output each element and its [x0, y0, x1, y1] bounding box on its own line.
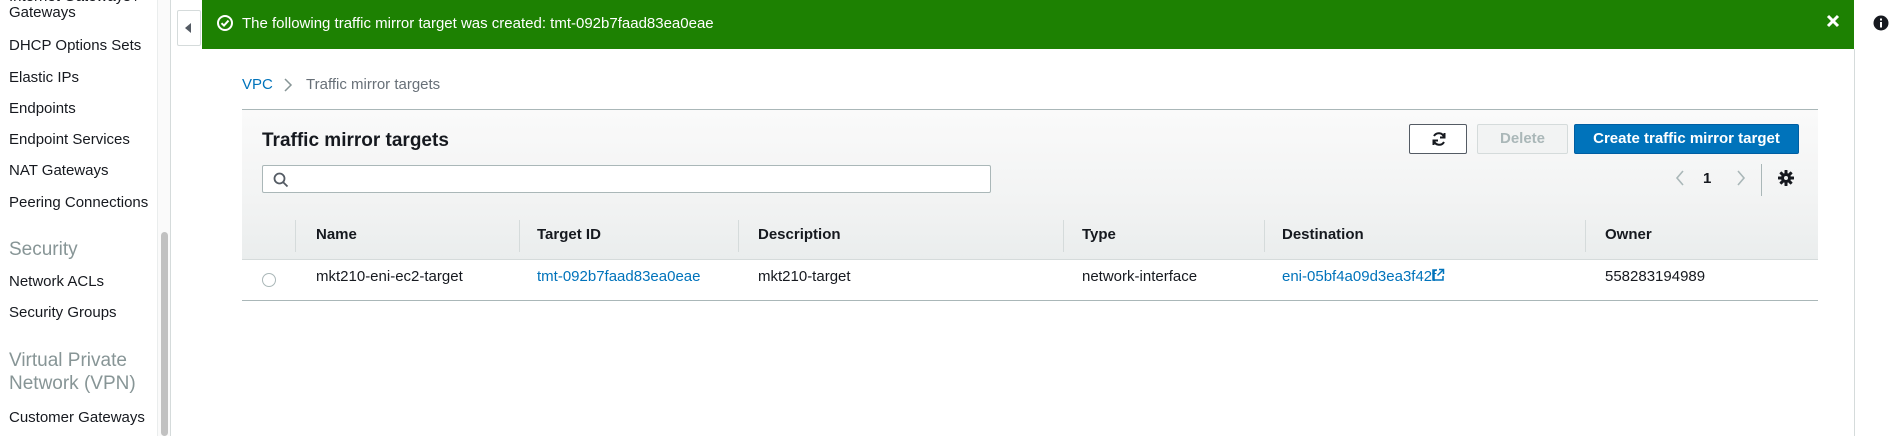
column-header-type[interactable]: Type [1082, 226, 1116, 243]
breadcrumb-vpc-link[interactable]: VPC [242, 76, 273, 93]
check-circle-icon [217, 15, 233, 31]
sidebar-item-elastic-ips[interactable]: Elastic IPs [9, 69, 79, 86]
row-select-radio[interactable] [262, 273, 276, 287]
cell-target-id-link[interactable]: tmt-092b7faad83ea0eae [537, 268, 700, 285]
caret-left-icon [185, 23, 191, 33]
search-field[interactable] [262, 165, 991, 193]
external-link-icon[interactable] [1431, 268, 1445, 282]
sidebar-item-dhcp-options-sets[interactable]: DHCP Options Sets [9, 37, 141, 54]
sidebar-section-security: Security [9, 239, 78, 260]
info-icon[interactable] [1873, 15, 1889, 31]
sidebar-scrollbar-thumb[interactable] [161, 232, 168, 436]
column-separator [1264, 220, 1265, 252]
collapse-sidebar-button[interactable] [177, 10, 201, 46]
sidebar-item-peering-connections[interactable]: Peering Connections [9, 194, 148, 211]
page-title: Traffic mirror targets [262, 130, 449, 151]
gear-icon[interactable] [1778, 170, 1794, 186]
success-flash-banner: The following traffic mirror target was … [202, 0, 1854, 49]
column-header-name[interactable]: Name [316, 226, 357, 243]
column-separator [519, 220, 520, 252]
sidebar-divider [170, 0, 171, 436]
sidebar-section-vpn-line1: Virtual Private [9, 350, 127, 371]
column-header-owner[interactable]: Owner [1605, 226, 1652, 243]
column-header-target-id[interactable]: Target ID [537, 226, 601, 243]
cell-description: mkt210-target [758, 268, 851, 285]
search-icon [273, 172, 289, 188]
sidebar-item-endpoint-services[interactable]: Endpoint Services [9, 131, 130, 148]
cell-type: network-interface [1082, 268, 1198, 285]
close-icon[interactable] [1826, 14, 1840, 28]
sidebar-item-endpoints[interactable]: Endpoints [9, 100, 76, 117]
breadcrumb-current: Traffic mirror targets [306, 76, 441, 93]
page-number[interactable]: 1 [1703, 170, 1711, 187]
sidebar-section-vpn-line2: Network (VPN) [9, 373, 136, 394]
table-bottom-border [242, 300, 1818, 301]
chevron-right-icon [284, 78, 293, 92]
previous-page-icon[interactable] [1675, 170, 1685, 186]
column-header-destination[interactable]: Destination [1282, 226, 1364, 243]
column-separator [1063, 220, 1064, 252]
next-page-icon[interactable] [1736, 170, 1746, 186]
sidebar-item-gateways[interactable]: Gateways [9, 4, 76, 21]
cell-name: mkt210-eni-ec2-target [316, 268, 463, 285]
table-row[interactable] [242, 260, 1818, 300]
search-input[interactable] [295, 168, 979, 192]
column-separator [738, 220, 739, 252]
delete-button[interactable]: Delete [1477, 124, 1568, 154]
sidebar-item-network-acls[interactable]: Network ACLs [9, 273, 104, 290]
refresh-icon [1432, 132, 1446, 146]
cell-destination-link[interactable]: eni-05bf4a09d3ea3f42f [1282, 268, 1436, 285]
refresh-button[interactable] [1409, 124, 1467, 154]
flash-message: The following traffic mirror target was … [242, 15, 714, 32]
sidebar-item-nat-gateways[interactable]: NAT Gateways [9, 162, 108, 179]
cell-owner: 558283194989 [1605, 268, 1706, 285]
column-header-description[interactable]: Description [758, 226, 841, 243]
column-separator [1585, 220, 1586, 252]
column-separator [295, 220, 296, 252]
content-right-border [1854, 49, 1855, 436]
pagination-divider [1761, 164, 1762, 196]
sidebar-item-customer-gateways[interactable]: Customer Gateways [9, 409, 145, 426]
sidebar-item-security-groups[interactable]: Security Groups [9, 304, 117, 321]
create-traffic-mirror-target-button[interactable]: Create traffic mirror target [1574, 124, 1799, 154]
sidebar-nav: Internet Gateways / Gateways DHCP Option… [0, 0, 166, 436]
